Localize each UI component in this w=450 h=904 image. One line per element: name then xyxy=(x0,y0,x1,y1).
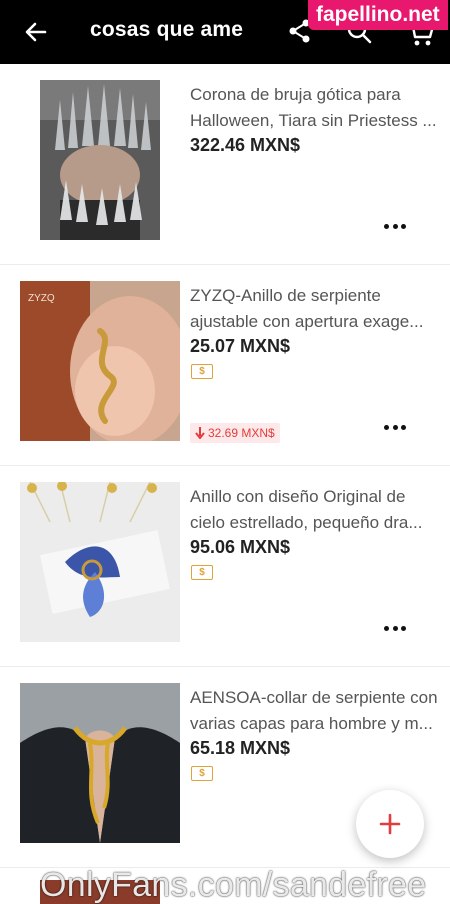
product-price: 25.07 MXN$ xyxy=(190,336,291,356)
coupon-badge: $ xyxy=(191,565,213,580)
page-title: cosas que ame xyxy=(90,18,244,41)
product-price: 95.06 MXN$ xyxy=(190,537,291,557)
dot-icon xyxy=(392,424,398,430)
more-options-button[interactable] xyxy=(384,618,406,638)
dot-icon xyxy=(392,625,398,631)
dot-icon xyxy=(401,424,406,430)
product-image[interactable]: ZYZQ xyxy=(20,281,180,441)
dot-icon xyxy=(392,223,398,229)
coupon-badge: $ xyxy=(191,364,213,379)
dot-icon xyxy=(384,625,389,631)
coupon-badge: $ xyxy=(191,766,213,781)
wishlist: Corona de bruja gótica para Halloween, T… xyxy=(0,64,450,868)
dot-icon xyxy=(401,625,406,631)
arrow-left-icon xyxy=(25,22,47,42)
dot-icon xyxy=(401,223,406,229)
list-item[interactable]: ZYZQ ZYZQ-Anillo de serpiente ajustable … xyxy=(0,265,450,466)
more-options-button[interactable] xyxy=(384,216,406,236)
product-price: 322.46 MXN$ xyxy=(190,135,301,155)
more-options-button[interactable] xyxy=(384,417,406,437)
product-image[interactable] xyxy=(40,80,160,240)
product-name[interactable]: Corona de bruja gótica para Halloween, T… xyxy=(190,82,440,134)
add-button[interactable] xyxy=(356,790,424,858)
product-name[interactable]: AENSOA-collar de serpiente con varias ca… xyxy=(190,685,440,737)
list-item[interactable]: Anillo con diseño Original de cielo estr… xyxy=(0,466,450,667)
image-brand-text: ZYZQ xyxy=(28,293,55,304)
dot-icon xyxy=(384,424,389,430)
back-button[interactable] xyxy=(20,16,52,48)
price-drop-badge: 32.69 MXN$ xyxy=(190,423,280,443)
product-name[interactable]: Anillo con diseño Original de cielo estr… xyxy=(190,484,440,536)
list-item[interactable]: Corona de bruja gótica para Halloween, T… xyxy=(0,64,450,265)
plus-icon xyxy=(379,813,401,835)
arrow-down-icon xyxy=(195,427,205,439)
watermark-bottom: OnlyFans.com/sandefree xyxy=(40,866,427,904)
dot-icon xyxy=(384,223,389,229)
product-price: 65.18 MXN$ xyxy=(190,738,291,758)
product-name[interactable]: ZYZQ-Anillo de serpiente ajustable con a… xyxy=(190,283,440,335)
watermark-top: fapellino.net xyxy=(308,0,448,30)
product-image[interactable] xyxy=(20,482,180,642)
product-image[interactable] xyxy=(20,683,180,843)
price-drop-value: 32.69 MXN$ xyxy=(208,426,275,440)
